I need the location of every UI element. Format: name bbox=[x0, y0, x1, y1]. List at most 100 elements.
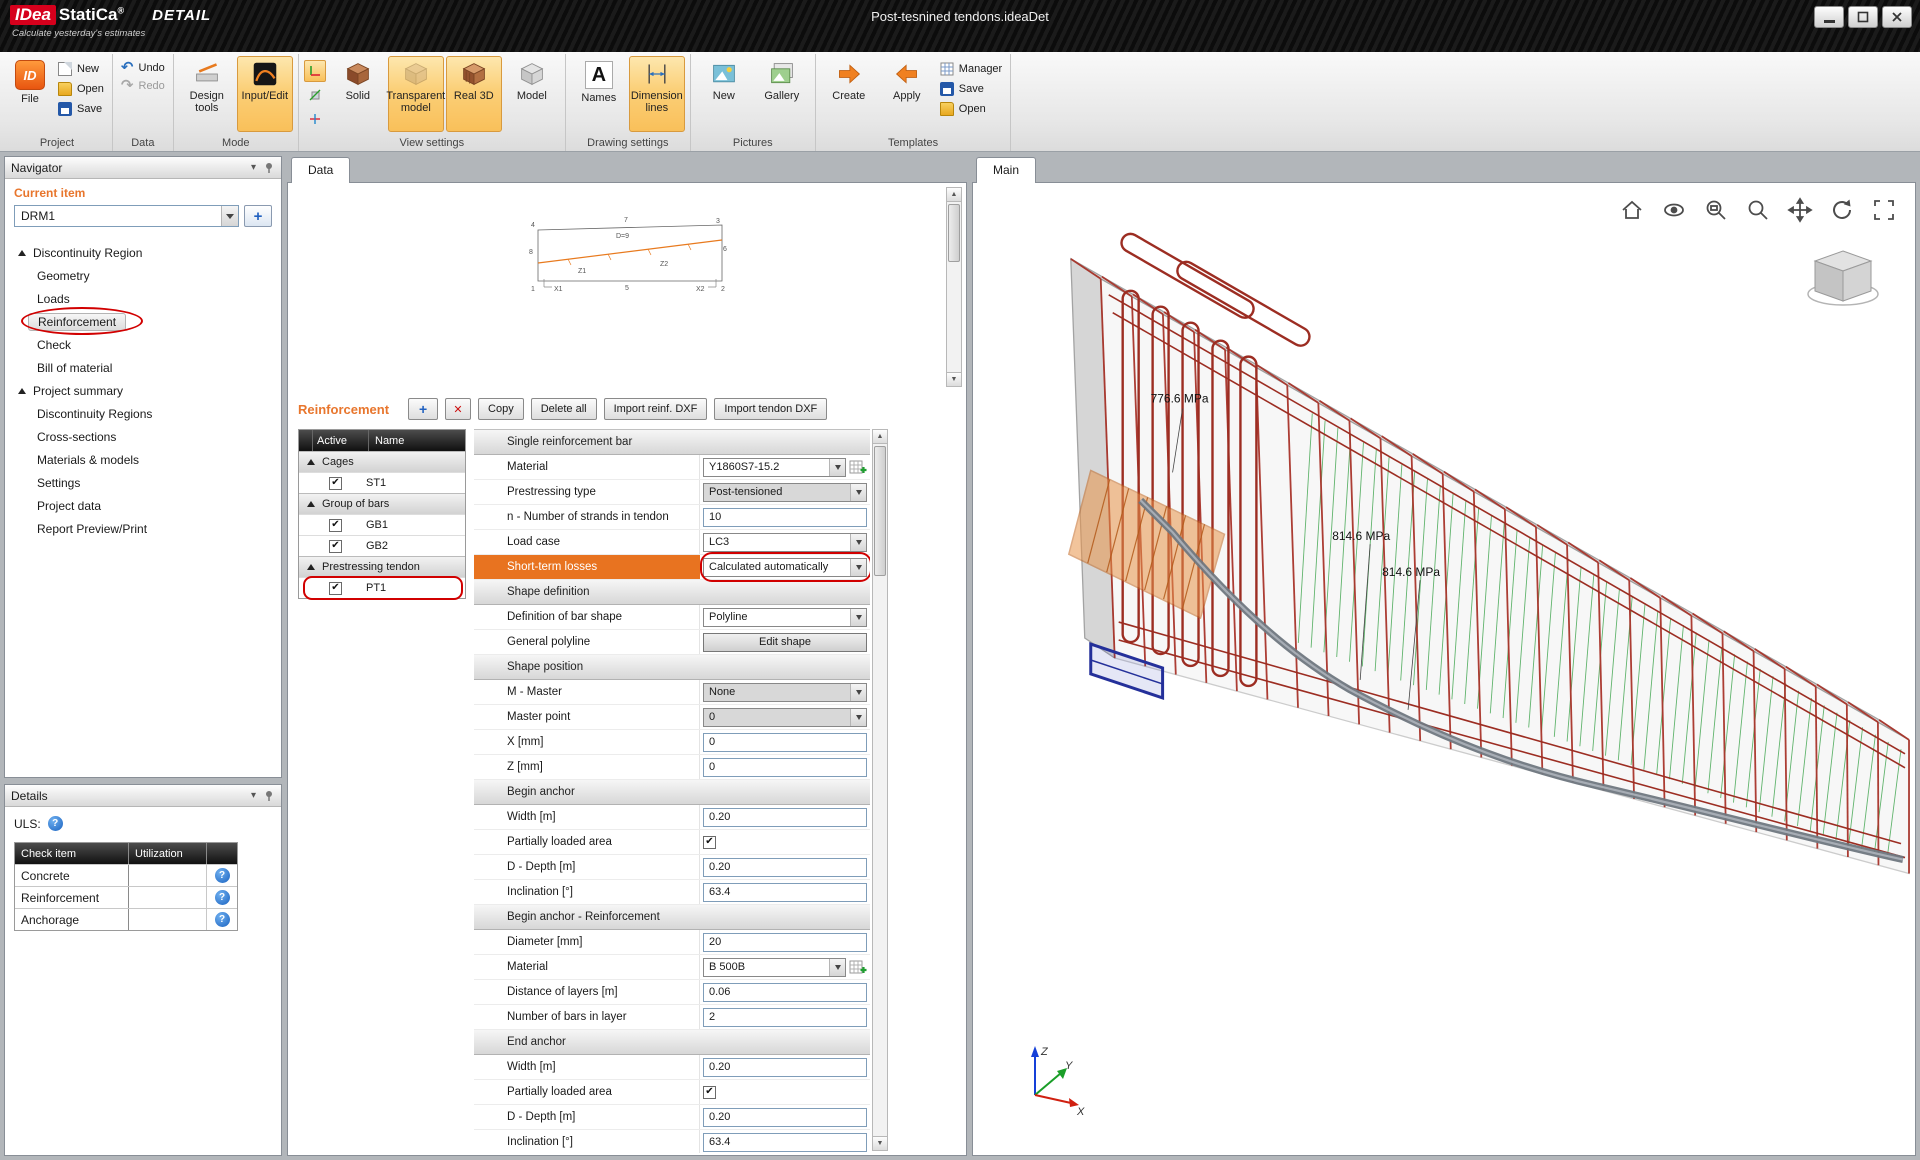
model-button[interactable]: Model bbox=[504, 56, 560, 132]
section-begin-anchor[interactable]: Begin anchor bbox=[474, 780, 870, 805]
undo-button[interactable]: ↶ Undo bbox=[118, 60, 168, 75]
home-view-icon[interactable] bbox=[1619, 197, 1645, 223]
nav-item-report-preview-print[interactable]: Report Preview/Print bbox=[9, 517, 277, 540]
nav-item-reinforcement[interactable]: Reinforcement bbox=[9, 307, 277, 335]
import-tendon-dxf-button[interactable]: Import tendon DXF bbox=[714, 398, 828, 420]
pin-icon[interactable] bbox=[264, 162, 275, 173]
open-button[interactable]: Open bbox=[55, 81, 107, 97]
list-group-prestressing-tendon[interactable]: Prestressing tendon bbox=[299, 556, 465, 577]
list-group-cages[interactable]: Cages bbox=[299, 451, 465, 472]
active-checkbox[interactable]: ✔ bbox=[329, 539, 342, 553]
real-3d-button[interactable]: Real 3D bbox=[445, 56, 502, 132]
nav-item-discontinuity-regions[interactable]: Discontinuity Regions bbox=[9, 402, 277, 425]
gallery-button[interactable]: Gallery bbox=[754, 56, 810, 132]
import-reinf-dxf-button[interactable]: Import reinf. DXF bbox=[603, 398, 708, 420]
end-inclination-input[interactable]: 63.4 bbox=[703, 1132, 867, 1152]
picture-new-button[interactable]: New bbox=[696, 56, 752, 132]
section-single-reinforcement-bar[interactable]: Single reinforcement bar bbox=[474, 430, 870, 455]
maximize-button[interactable] bbox=[1848, 6, 1878, 28]
template-manager-button[interactable]: Manager bbox=[937, 61, 1005, 77]
help-icon[interactable]: ? bbox=[214, 890, 230, 905]
scrollbar-vertical[interactable]: ▲ ▼ bbox=[872, 429, 888, 1151]
end-width-input[interactable]: 0.20 bbox=[703, 1057, 867, 1077]
template-open-button[interactable]: Open bbox=[937, 101, 1005, 117]
view-axes-button-3[interactable] bbox=[304, 108, 326, 130]
scroll-down-arrow[interactable]: ▼ bbox=[873, 1136, 887, 1150]
help-icon[interactable]: ? bbox=[214, 868, 230, 883]
end-depth-input[interactable]: 0.20 bbox=[703, 1107, 867, 1127]
material-dropdown[interactable]: Y1860S7-15.2 bbox=[703, 457, 846, 477]
nav-group-project-summary[interactable]: Project summary bbox=[9, 379, 277, 402]
anchor-material-dropdown[interactable]: B 500B bbox=[703, 957, 846, 977]
help-icon[interactable]: ? bbox=[214, 912, 230, 927]
solid-button[interactable]: Solid bbox=[330, 56, 386, 132]
nav-item-check[interactable]: Check bbox=[9, 333, 277, 356]
x-mm-input[interactable]: 0 bbox=[703, 732, 867, 752]
active-checkbox[interactable]: ✔ bbox=[329, 581, 342, 595]
add-item-button[interactable]: + bbox=[244, 205, 272, 227]
scrollbar-vertical[interactable]: ▲ ▼ bbox=[946, 187, 962, 387]
begin-partially-loaded-checkbox[interactable]: ✔ bbox=[703, 835, 716, 849]
nav-item-materials-models[interactable]: Materials & models bbox=[9, 448, 277, 471]
list-item-gb2[interactable]: ✔ GB2 bbox=[299, 535, 465, 556]
chevron-down-icon[interactable]: ▾ bbox=[251, 162, 256, 173]
close-button[interactable] bbox=[1882, 6, 1912, 28]
template-save-button[interactable]: Save bbox=[937, 81, 1005, 97]
nav-group-discontinuity-region[interactable]: Discontinuity Region bbox=[9, 241, 277, 264]
current-item-dropdown[interactable]: DRM1 bbox=[14, 205, 239, 227]
zoom-window-icon[interactable] bbox=[1703, 197, 1729, 223]
begin-width-input[interactable]: 0.20 bbox=[703, 807, 867, 827]
nav-item-settings[interactable]: Settings bbox=[9, 471, 277, 494]
active-checkbox[interactable]: ✔ bbox=[329, 476, 342, 490]
tab-data[interactable]: Data bbox=[291, 157, 351, 183]
template-apply-button[interactable]: Apply bbox=[879, 56, 935, 132]
delete-all-button[interactable]: Delete all bbox=[530, 398, 597, 420]
section-shape-definition[interactable]: Shape definition bbox=[474, 580, 870, 605]
section-shape-position[interactable]: Shape position bbox=[474, 655, 870, 680]
minimize-button[interactable] bbox=[1814, 6, 1844, 28]
scroll-up-arrow[interactable]: ▲ bbox=[873, 430, 887, 444]
chevron-down-icon[interactable]: ▾ bbox=[251, 790, 256, 801]
transparent-model-button[interactable]: Transparent model bbox=[386, 56, 445, 132]
main-3d-view[interactable]: 776.6 MPa 814.6 MPa 814.6 MPa Z Y X bbox=[972, 182, 1916, 1156]
beam-3d-scene[interactable]: 776.6 MPa 814.6 MPa 814.6 MPa bbox=[973, 183, 1915, 1155]
design-tools-button[interactable]: Design tools bbox=[179, 56, 235, 132]
file-button[interactable]: ID File bbox=[7, 56, 53, 105]
pin-icon[interactable] bbox=[264, 790, 275, 801]
n-strands-input[interactable]: 10 bbox=[703, 507, 867, 527]
redo-button[interactable]: ↷ Redo bbox=[118, 78, 168, 93]
view-direction-icon[interactable] bbox=[1661, 197, 1687, 223]
list-item-st1[interactable]: ✔ ST1 bbox=[299, 472, 465, 493]
names-button[interactable]: A Names bbox=[571, 56, 627, 132]
save-button[interactable]: Save bbox=[55, 101, 107, 117]
help-icon[interactable]: ? bbox=[47, 816, 63, 831]
nav-item-loads[interactable]: Loads bbox=[9, 287, 277, 310]
master-dropdown[interactable]: None bbox=[703, 682, 867, 702]
short-term-losses-dropdown[interactable]: Calculated automatically bbox=[703, 557, 867, 577]
begin-depth-input[interactable]: 0.20 bbox=[703, 857, 867, 877]
copy-button[interactable]: Copy bbox=[478, 398, 524, 420]
view-axes-button-2[interactable] bbox=[304, 84, 326, 106]
active-checkbox[interactable]: ✔ bbox=[329, 518, 342, 532]
distance-of-layers-input[interactable]: 0.06 bbox=[703, 982, 867, 1002]
fit-view-icon[interactable] bbox=[1871, 197, 1897, 223]
scroll-down-arrow[interactable]: ▼ bbox=[947, 372, 961, 386]
section-end-anchor[interactable]: End anchor bbox=[474, 1030, 870, 1055]
pan-icon[interactable] bbox=[1787, 197, 1813, 223]
tab-main[interactable]: Main bbox=[976, 157, 1037, 183]
section-begin-anchor-reinforcement[interactable]: Begin anchor - Reinforcement bbox=[474, 905, 870, 930]
navigation-cube[interactable] bbox=[1805, 245, 1881, 311]
prestressing-type-dropdown[interactable]: Post-tensioned bbox=[703, 482, 867, 502]
list-item-pt1[interactable]: ✔ PT1 bbox=[299, 576, 465, 600]
zoom-icon[interactable] bbox=[1745, 197, 1771, 223]
begin-inclination-input[interactable]: 63.4 bbox=[703, 882, 867, 902]
material-library-icon[interactable] bbox=[849, 959, 867, 975]
bar-shape-dropdown[interactable]: Polyline bbox=[703, 607, 867, 627]
end-partially-loaded-checkbox[interactable]: ✔ bbox=[703, 1085, 716, 1099]
master-point-dropdown[interactable]: 0 bbox=[703, 707, 867, 727]
nav-item-geometry[interactable]: Geometry bbox=[9, 264, 277, 287]
nav-item-project-data[interactable]: Project data bbox=[9, 494, 277, 517]
bars-in-layer-input[interactable]: 2 bbox=[703, 1007, 867, 1027]
input-edit-button[interactable]: Input/Edit bbox=[236, 56, 293, 132]
nav-item-bill-of-material[interactable]: Bill of material bbox=[9, 356, 277, 379]
